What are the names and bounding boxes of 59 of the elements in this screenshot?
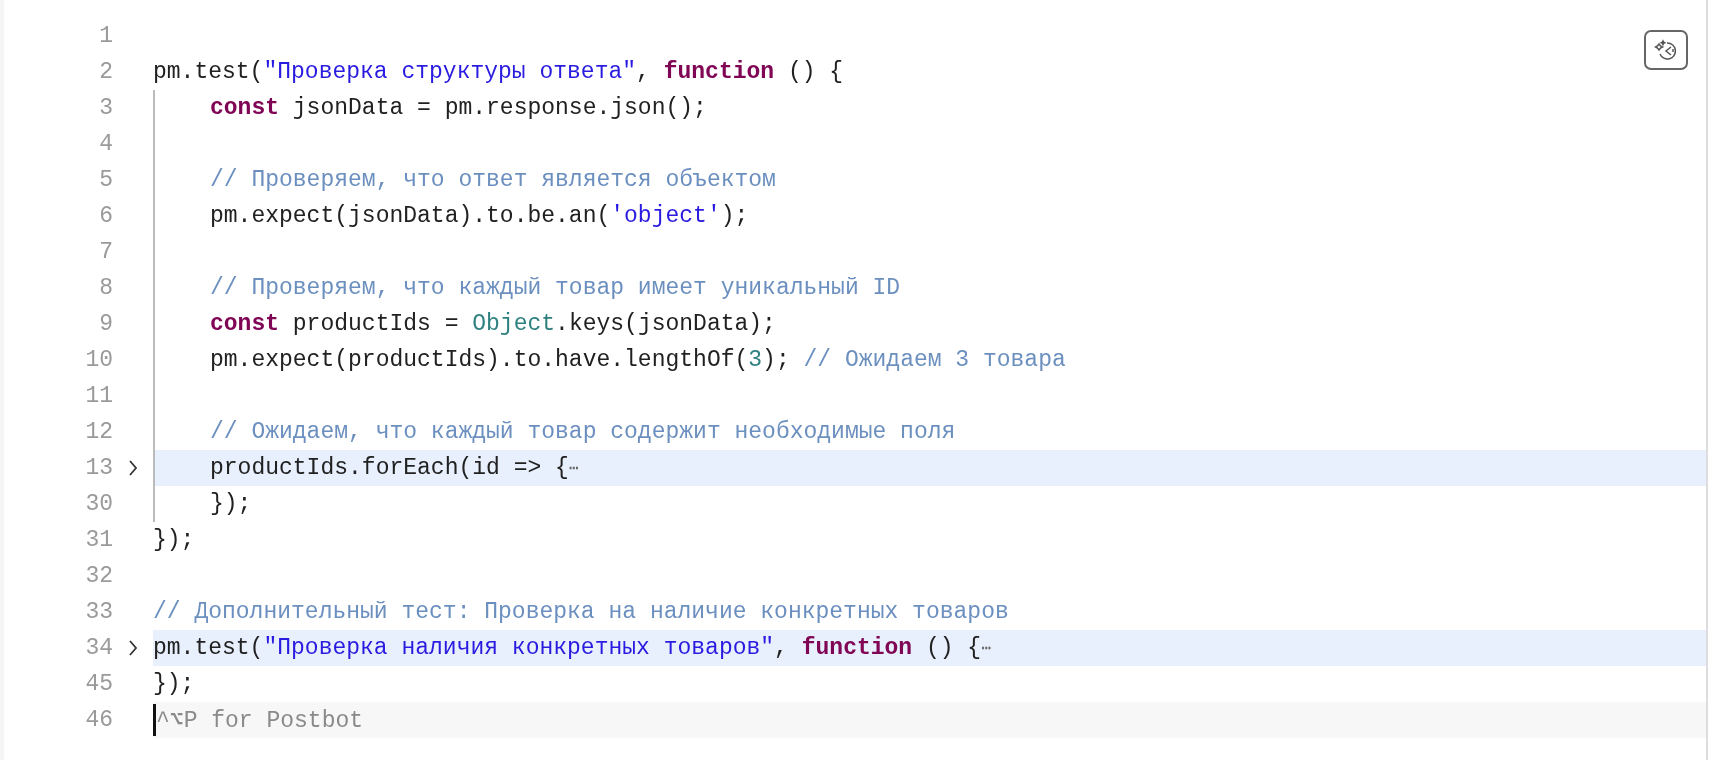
code-token: // Ожидаем, что каждый товар содержит необходимые поля — [210, 419, 956, 445]
code-token: () { — [924, 635, 982, 661]
line-number: 33 — [84, 599, 113, 625]
fold-ellipsis[interactable]: ⋯ — [568, 458, 579, 478]
code-token: pm.expect(jsonData).to.be.an( — [210, 203, 611, 229]
line-number: 12 — [84, 419, 113, 445]
line-number: 45 — [84, 671, 113, 697]
line-number: 31 — [84, 527, 113, 553]
line-number: 1 — [98, 23, 113, 49]
line-number: 32 — [84, 563, 113, 589]
code-token: // Дополнительный тест: Проверка на наличие конкретных товаров — [153, 599, 1009, 625]
line-number: 13 — [84, 455, 113, 481]
code-token: const — [210, 95, 279, 121]
code-token: Object — [472, 311, 556, 337]
chevron-icon[interactable] — [128, 459, 138, 477]
line-number: 9 — [98, 311, 113, 337]
line-number: 4 — [98, 131, 113, 157]
line-number: 30 — [84, 491, 113, 517]
fold-ellipsis[interactable]: ⋯ — [981, 638, 991, 658]
code-token: 3 — [748, 347, 763, 373]
line-number: 2 — [98, 59, 113, 85]
placeholder-text: ^⌥P for Postbot — [156, 707, 364, 734]
code-token: jsonData = pm.response.json(); — [291, 95, 707, 121]
code-token: 'object' — [610, 203, 721, 229]
line-number: 8 — [98, 275, 113, 301]
code-token: }); — [210, 491, 252, 517]
code-token: "Проверка структуры ответа" — [263, 59, 637, 85]
code-token: }); — [153, 527, 195, 553]
code-token: , — [774, 635, 789, 661]
code-token: "Проверка наличия конкретных товаров" — [263, 635, 775, 661]
line-number: 46 — [84, 707, 113, 733]
code-token: ); — [720, 203, 749, 229]
sparkle-button[interactable] — [1644, 30, 1688, 70]
code-token: pm.test( — [153, 635, 264, 661]
line-number: 7 — [98, 239, 113, 265]
code-token: function — [801, 635, 913, 661]
code-token: pm.test( — [153, 59, 264, 85]
line-number: 5 — [98, 167, 113, 193]
code-token: ); — [762, 347, 791, 373]
code-token: () { — [786, 59, 844, 85]
line-number: 10 — [84, 347, 113, 373]
code-token: // Проверяем, что ответ является объектом — [210, 167, 776, 193]
code-token: , — [636, 59, 651, 85]
line-number: 3 — [98, 95, 113, 121]
code-token: .keys(jsonData); — [555, 311, 776, 337]
code-token: // Ожидаем 3 товара — [803, 347, 1066, 373]
line-number: 6 — [98, 203, 113, 229]
text-cursor — [153, 704, 156, 736]
line-number: 34 — [84, 635, 113, 661]
line-number: 11 — [84, 383, 113, 409]
code-token: productIds.forEach(id => { — [210, 455, 569, 481]
code-token: }); — [153, 671, 195, 697]
code-token: productIds = — [291, 311, 460, 337]
code-token: // Проверяем, что каждый товар имеет уникальный ID — [210, 275, 901, 301]
sparkle-icon — [1654, 38, 1678, 62]
chevron-icon[interactable] — [128, 639, 138, 657]
code-token: pm.expect(productIds).to.have.lengthOf( — [210, 347, 749, 373]
code-token: function — [663, 59, 775, 85]
code-token: const — [210, 311, 279, 337]
